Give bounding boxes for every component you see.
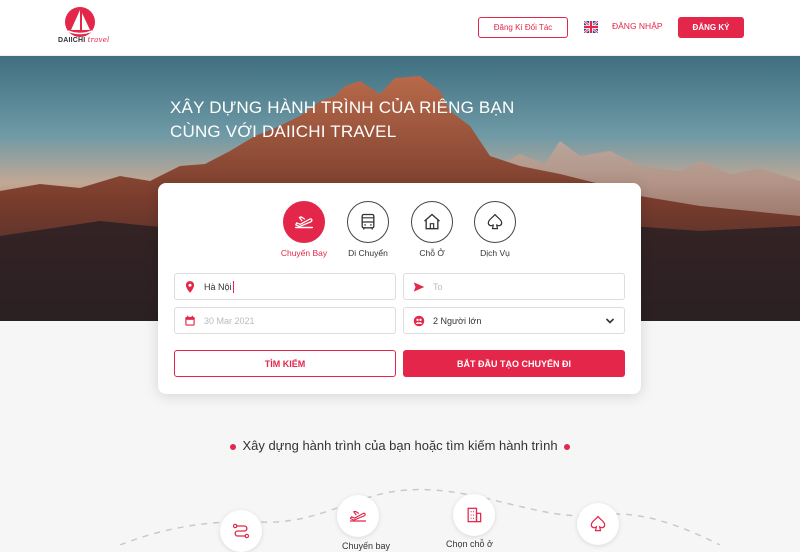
- guests-value: 2 Người lớn: [433, 315, 482, 326]
- booking-card: Chuyến Bay Di Chuyển Chỗ Ở Dịch Vụ Hà Nộ…: [158, 183, 641, 394]
- tab-flights-circle: [283, 201, 325, 243]
- tab-transport-circle: [347, 201, 389, 243]
- section-title: Xây dựng hành trình của bạn hoặc tìm kiế…: [0, 438, 800, 453]
- step-route[interactable]: [220, 510, 262, 552]
- tab-flights[interactable]: Chuyến Bay: [269, 201, 339, 258]
- bullet-dot: [563, 443, 570, 450]
- bullet-dot: [230, 443, 237, 450]
- date-placeholder: 30 Mar 2021: [204, 315, 255, 326]
- step-accommodation[interactable]: [453, 494, 495, 536]
- plane-takeoff-icon: [295, 216, 313, 229]
- step-accommodation-label: Chọn chỗ ở: [446, 539, 493, 549]
- tab-services[interactable]: Dịch Vụ: [460, 201, 530, 258]
- logo-text: DAIICHI travel: [58, 36, 110, 44]
- step-flights-label: Chuyến bay: [342, 541, 391, 551]
- guests-select[interactable]: 2 Người lớn: [403, 307, 625, 334]
- to-placeholder: To: [433, 281, 443, 292]
- tab-services-circle: [474, 201, 516, 243]
- building-icon: [467, 507, 482, 523]
- tab-label: Di Chuyển: [348, 248, 388, 258]
- date-input[interactable]: 30 Mar 2021: [174, 307, 396, 334]
- spade-icon: [590, 515, 606, 532]
- hero-title-line-1: XÂY DỰNG HÀNH TRÌNH CỦA RIÊNG BẠN: [170, 98, 515, 117]
- section-title-text: Xây dựng hành trình của bạn hoặc tìm kiế…: [242, 438, 558, 453]
- start-trip-button[interactable]: BẮT ĐẦU TẠO CHUYẾN ĐI: [403, 350, 625, 377]
- uk-flag-icon[interactable]: [584, 21, 598, 33]
- hero-title-line-2: CÙNG VỚI DAIICHI TRAVEL: [170, 122, 397, 141]
- from-location-input[interactable]: Hà Nội: [174, 273, 396, 300]
- tab-accommodation-circle: [411, 201, 453, 243]
- tab-accommodation[interactable]: Chỗ Ở: [397, 201, 467, 258]
- search-button[interactable]: TÌM KIẾM: [174, 350, 396, 377]
- journey-path-line: [119, 488, 721, 545]
- header: DAIICHI travel Đăng Kí Đối Tác ĐĂNG NHẬP…: [0, 0, 800, 56]
- hero-title: XÂY DỰNG HÀNH TRÌNH CỦA RIÊNG BẠN CÙNG V…: [170, 96, 515, 144]
- partner-register-button[interactable]: Đăng Kí Đối Tác: [478, 17, 568, 38]
- tab-transport[interactable]: Di Chuyển: [333, 201, 403, 258]
- register-button[interactable]: ĐĂNG KÝ: [678, 17, 744, 38]
- chevron-down-icon: [605, 318, 615, 324]
- send-arrow-icon: [413, 281, 425, 292]
- tab-label: Dịch Vụ: [480, 248, 510, 258]
- tab-label: Chuyến Bay: [280, 248, 328, 258]
- spade-icon: [487, 213, 503, 230]
- guests-icon: [413, 315, 425, 326]
- login-link[interactable]: ĐĂNG NHẬP: [612, 21, 663, 31]
- tab-label: Chỗ Ở: [419, 248, 445, 258]
- calendar-icon: [185, 315, 195, 326]
- plane-takeoff-icon: [349, 510, 367, 522]
- route-icon: [232, 523, 250, 539]
- step-services[interactable]: [577, 503, 619, 545]
- house-icon: [424, 213, 440, 230]
- from-value: Hà Nội: [204, 281, 232, 292]
- text-cursor: [232, 280, 234, 293]
- bus-icon: [361, 213, 375, 230]
- location-pin-icon: [185, 280, 195, 293]
- to-location-input[interactable]: To: [403, 273, 625, 300]
- step-flights[interactable]: [337, 495, 379, 537]
